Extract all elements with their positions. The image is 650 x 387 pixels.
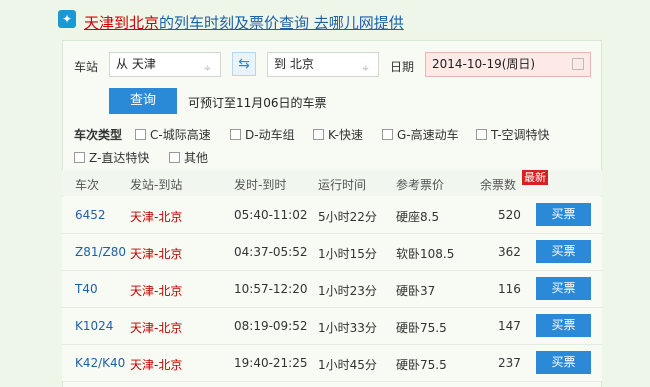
camel-logo-icon: ✦ xyxy=(58,10,76,28)
price-cell: 硬卧75.5 xyxy=(396,358,447,372)
col-price: 参考票价 xyxy=(396,178,445,192)
price-cell: 软卧108.5 xyxy=(396,247,455,261)
price-cell: 硬卧37 xyxy=(396,284,436,298)
duration-cell: 1小时23分 xyxy=(318,284,377,298)
time-cell: 19:40-21:25 xyxy=(234,356,308,370)
filter-title: 车次类型 xyxy=(74,128,123,142)
col-remaining: 余票数 xyxy=(480,178,517,192)
route-link[interactable]: 天津到北京 xyxy=(84,14,159,32)
col-time: 发时-到时 xyxy=(234,178,287,192)
from-station-value: 从 天津 xyxy=(116,57,156,71)
to-station-input[interactable]: 到 北京 ⌖ xyxy=(267,52,379,77)
duration-cell: 5小时22分 xyxy=(318,210,377,224)
filter-z[interactable]: Z-直达特快 xyxy=(74,149,149,166)
train-number[interactable]: 6452 xyxy=(75,208,106,222)
route-cell: 天津-北京 xyxy=(130,284,183,298)
buy-ticket-button[interactable]: 买票 xyxy=(536,277,591,300)
table-row: 6452 天津-北京 05:40-11:02 5小时22分 硬座8.5 520 买票 xyxy=(62,197,602,234)
route-cell: 天津-北京 xyxy=(130,210,183,224)
date-input[interactable]: 2014-10-19(周日) xyxy=(425,52,591,77)
query-button[interactable]: 查询 xyxy=(109,88,177,114)
col-route: 发站-到站 xyxy=(130,178,183,192)
table-row: K1024 天津-北京 08:19-09:52 1小时33分 硬卧75.5 147 买票 xyxy=(62,308,602,345)
checkbox[interactable] xyxy=(135,129,146,140)
duration-cell: 1小时33分 xyxy=(318,321,377,335)
new-badge: 最新 xyxy=(522,170,548,185)
table-row: K42/K40 天津-北京 19:40-21:25 1小时45分 硬卧75.5 237 买票 xyxy=(62,345,602,382)
train-number[interactable]: T40 xyxy=(75,282,98,296)
remaining-cell: 237 xyxy=(498,356,521,370)
duration-cell: 1小时45分 xyxy=(318,358,377,372)
from-station-input[interactable]: 从 天津 ⌖ xyxy=(109,52,221,77)
time-cell: 05:40-11:02 xyxy=(234,208,308,222)
source-link[interactable]: 的列车时刻及票价查询 去哪儿网提供 xyxy=(159,14,404,32)
calendar-icon[interactable] xyxy=(572,58,584,70)
time-cell: 08:19-09:52 xyxy=(234,319,308,333)
buy-ticket-button[interactable]: 买票 xyxy=(536,240,591,263)
route-cell: 天津-北京 xyxy=(130,321,183,335)
route-cell: 天津-北京 xyxy=(130,247,183,261)
filter-c[interactable]: C-城际高速 xyxy=(135,126,211,143)
time-cell: 10:57-12:20 xyxy=(234,282,308,296)
col-train: 车次 xyxy=(75,178,100,192)
table-row: T40 天津-北京 10:57-12:20 1小时23分 硬卧37 116 买票 xyxy=(62,271,602,308)
checkbox[interactable] xyxy=(382,129,393,140)
location-pin-icon: ⌖ xyxy=(204,61,211,75)
table-row: Z81/Z80 天津-北京 04:37-05:52 1小时15分 软卧108.5 362 买… xyxy=(62,234,602,271)
booking-hint: 可预订至11月06日的车票 xyxy=(188,96,327,110)
date-label: 日期 xyxy=(390,60,415,74)
remaining-cell: 362 xyxy=(498,245,521,259)
checkbox[interactable] xyxy=(74,152,85,163)
train-number[interactable]: Z81/Z80 xyxy=(75,245,126,259)
remaining-cell: 147 xyxy=(498,319,521,333)
table-header: 车次 发站-到站 发时-到时 运行时间 参考票价 余票数 xyxy=(62,170,602,196)
checkbox[interactable] xyxy=(230,129,241,140)
checkbox[interactable] xyxy=(313,129,324,140)
price-cell: 硬卧75.5 xyxy=(396,321,447,335)
swap-stations-button[interactable]: ⇆ xyxy=(232,52,256,76)
remaining-cell: 520 xyxy=(498,208,521,222)
train-number[interactable]: K1024 xyxy=(75,319,113,333)
checkbox[interactable] xyxy=(169,152,180,163)
filter-d[interactable]: D-动车组 xyxy=(230,126,295,143)
col-duration: 运行时间 xyxy=(318,178,367,192)
location-pin-icon: ⌖ xyxy=(362,61,369,75)
filter-other[interactable]: 其他 xyxy=(169,149,208,166)
to-station-value: 到 北京 xyxy=(274,57,314,71)
filter-t[interactable]: T-空调特快 xyxy=(476,126,550,143)
station-label: 车站 xyxy=(74,60,99,74)
time-cell: 04:37-05:52 xyxy=(234,245,308,259)
price-cell: 硬座8.5 xyxy=(396,210,440,224)
route-cell: 天津-北京 xyxy=(130,358,183,372)
remaining-cell: 116 xyxy=(498,282,521,296)
date-value: 2014-10-19(周日) xyxy=(432,57,536,71)
filter-k[interactable]: K-快速 xyxy=(313,126,363,143)
checkbox[interactable] xyxy=(476,129,487,140)
buy-ticket-button[interactable]: 买票 xyxy=(536,351,591,374)
duration-cell: 1小时15分 xyxy=(318,247,377,261)
filter-g[interactable]: G-高速动车 xyxy=(382,126,459,143)
buy-ticket-button[interactable]: 买票 xyxy=(536,314,591,337)
train-number[interactable]: K42/K40 xyxy=(75,356,125,370)
buy-ticket-button[interactable]: 买票 xyxy=(536,203,591,226)
